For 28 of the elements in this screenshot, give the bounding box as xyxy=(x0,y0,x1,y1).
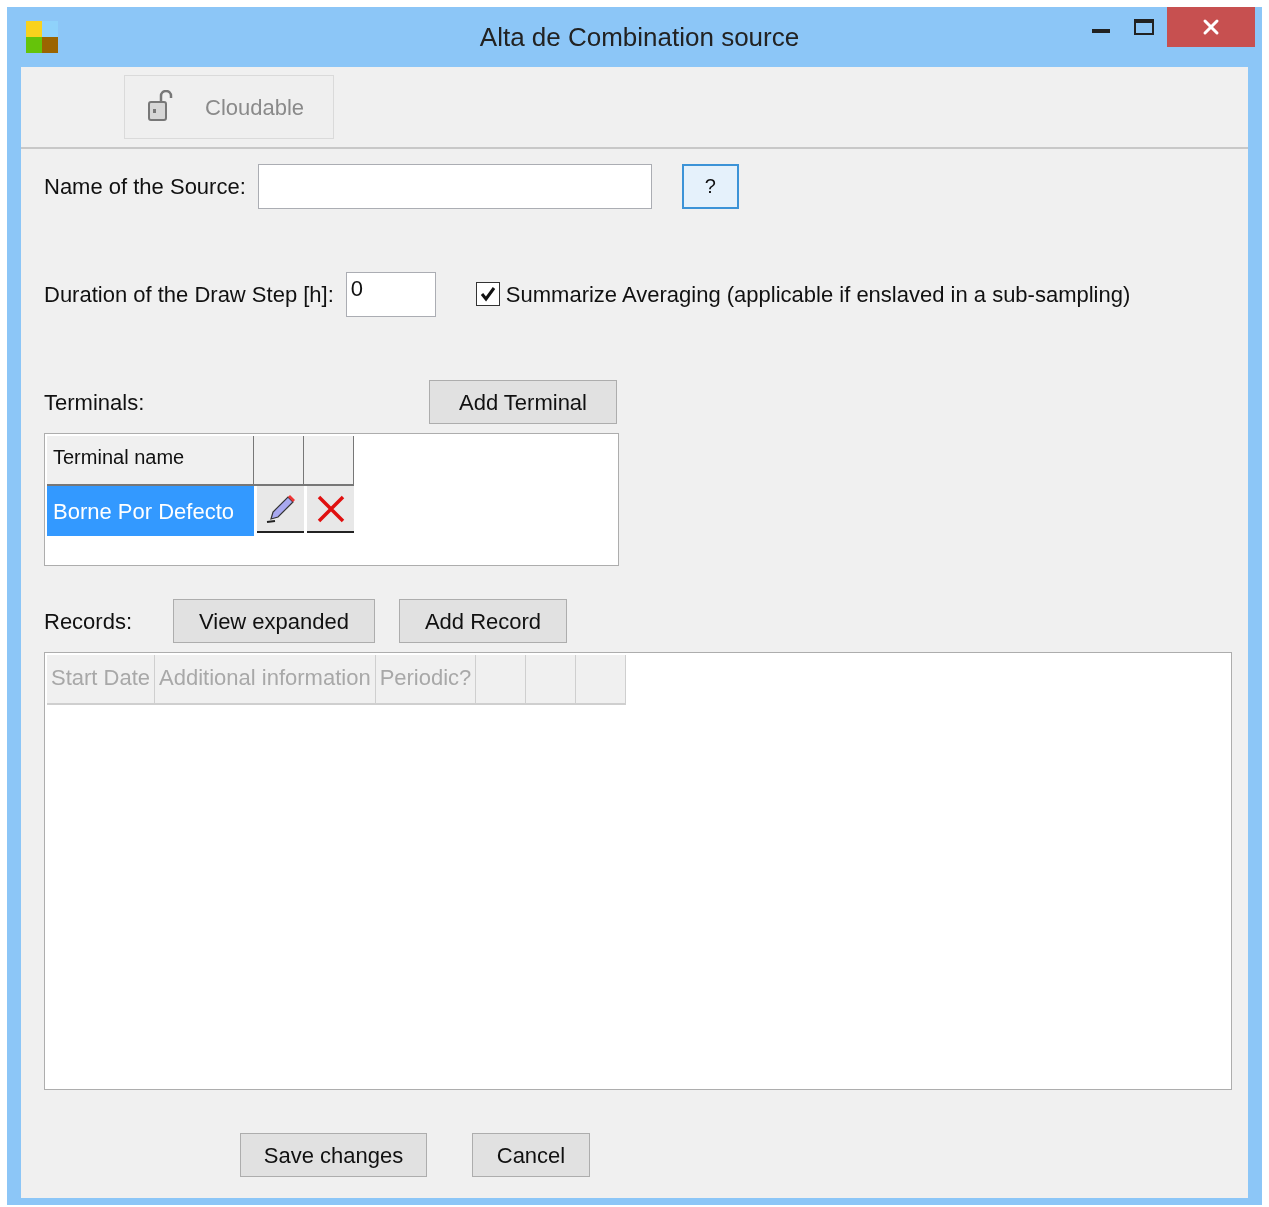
edit-button[interactable] xyxy=(257,486,304,533)
save-changes-button[interactable]: Save changes xyxy=(240,1133,427,1177)
column-header: Terminal name xyxy=(47,436,254,486)
summarize-checkbox[interactable]: Summarize Averaging (applicable if enslaved in a sub-sampling) xyxy=(475,277,1131,311)
column-header: Start Date xyxy=(47,655,156,705)
section-label: Terminals: xyxy=(44,388,146,417)
source-name-field[interactable] xyxy=(257,163,652,209)
window-title: Alta de Combination source xyxy=(479,20,800,54)
column-header xyxy=(526,655,577,705)
column-header xyxy=(254,436,304,486)
column-header: Additional information xyxy=(155,655,376,705)
delete-button[interactable] xyxy=(307,486,354,533)
section-label: Records: xyxy=(44,607,134,636)
pencil-icon xyxy=(264,492,297,525)
field-label: Duration of the Draw Step [h]: xyxy=(44,280,334,309)
column-header: Periodic? xyxy=(375,655,477,705)
help-button[interactable]: ? xyxy=(681,163,739,209)
cancel-button[interactable]: Cancel xyxy=(472,1133,590,1177)
field-label: Name of the Source: xyxy=(44,172,246,201)
minimize-icon xyxy=(1092,29,1110,33)
checkmark-icon xyxy=(478,285,497,303)
column-header xyxy=(476,655,527,705)
app-logo-icon xyxy=(26,21,58,53)
add-terminal-button[interactable]: Add Terminal xyxy=(429,380,617,424)
column-header xyxy=(576,655,627,705)
close-button[interactable] xyxy=(1167,7,1255,47)
duration-field[interactable]: 0 xyxy=(345,271,436,317)
column-header xyxy=(304,436,354,486)
